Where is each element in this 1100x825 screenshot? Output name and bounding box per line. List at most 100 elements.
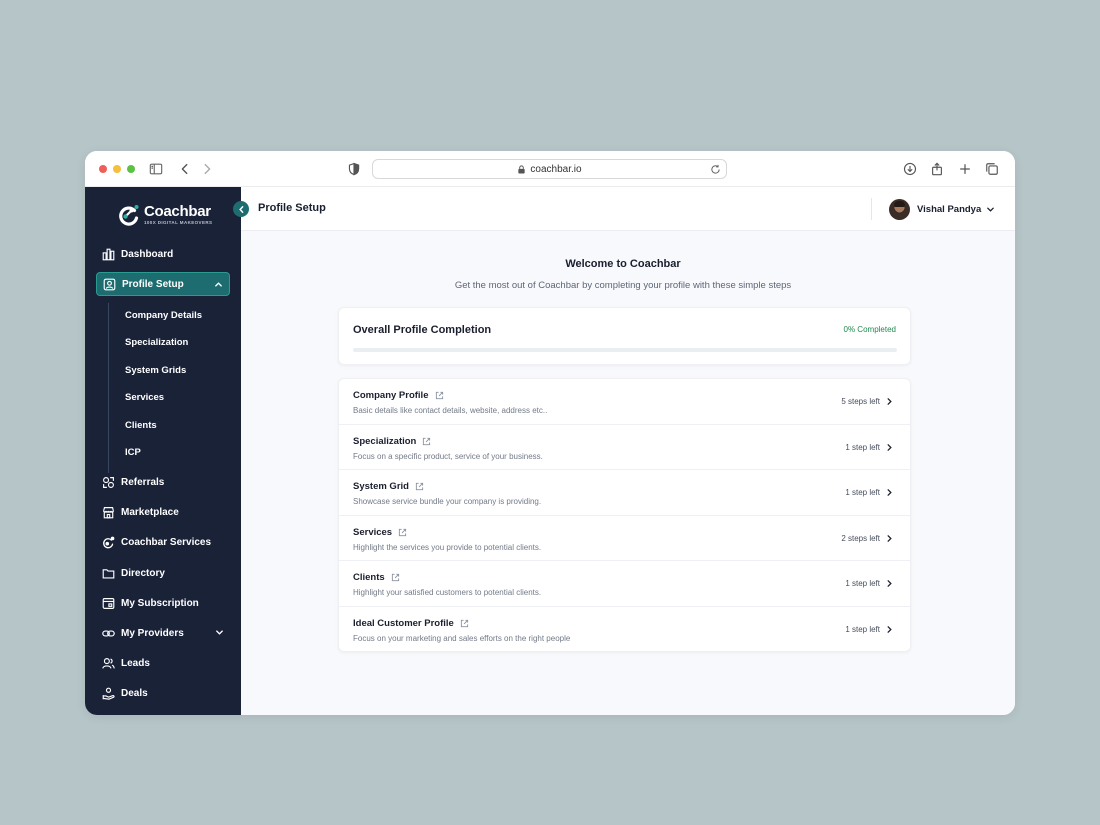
chevron-right-icon[interactable] [885,443,894,452]
link-icon [102,629,115,637]
referrals-icon [103,476,114,488]
chevron-down-icon[interactable] [986,205,995,214]
tab-overview-icon[interactable] [983,160,1001,178]
steps-left: 1 step left [845,442,880,452]
sub-item-specialization[interactable]: Specialization [125,334,188,350]
chevron-right-icon[interactable] [885,579,894,588]
user-name: Vishal Pandya [917,203,982,215]
sidebar-item-label: Deals [121,687,148,699]
browser-window: coachbar.io Coachbar 100X DIGITAL MAKEOV… [85,151,1015,715]
sidebar-item-label: Marketplace [121,506,179,518]
sidebar-item-label: Leads [121,657,150,669]
chevron-right-icon[interactable] [885,625,894,634]
subnav-line [108,303,109,473]
sidebar-item-referrals[interactable]: Referrals [96,470,230,494]
sidebar: Coachbar 100X DIGITAL MAKEOVERS Dashboar… [85,187,241,715]
sidebar-toggle-icon[interactable] [147,160,165,178]
avatar[interactable] [889,198,910,220]
sidebar-item-label: Referrals [121,476,165,488]
external-link-icon[interactable] [435,391,444,400]
top-bar: Profile Setup Vishal Pandya [241,187,1015,231]
privacy-shield-icon[interactable] [345,160,363,178]
chevron-right-icon[interactable] [885,488,894,497]
step-company-profile[interactable]: Company Profile Basic details like conta… [339,379,910,425]
leads-icon [102,657,115,669]
sub-item-company-details[interactable]: Company Details [125,307,202,323]
sidebar-item-my-providers[interactable]: My Providers [96,621,230,645]
sidebar-item-dashboard[interactable]: Dashboard [96,242,230,266]
browser-toolbar: coachbar.io [85,151,1015,187]
chevron-up-icon[interactable] [214,280,223,289]
minimize-window-button[interactable] [113,165,121,173]
step-title: Clients [353,572,385,583]
topbar-divider [871,198,872,220]
profile-completion-card: Overall Profile Completion 0% Completed [338,307,911,365]
sub-item-services[interactable]: Services [125,389,164,405]
logo-tagline: 100X DIGITAL MAKEOVERS [144,220,213,225]
new-tab-icon[interactable] [956,160,974,178]
coachbar-logo[interactable]: Coachbar 100X DIGITAL MAKEOVERS [117,200,212,230]
folder-icon [102,568,115,579]
sidebar-item-profile-setup[interactable]: Profile Setup [96,272,230,296]
sidebar-item-label: Profile Setup [122,278,184,290]
sidebar-item-label: My Providers [121,627,184,639]
chevron-right-icon[interactable] [885,534,894,543]
sub-item-clients[interactable]: Clients [125,417,157,433]
step-title: System Grid [353,481,409,492]
sidebar-item-coachbar-services[interactable]: Coachbar Services [96,530,230,554]
step-clients[interactable]: Clients Highlight your satisfied custome… [339,561,910,607]
collapse-sidebar-button[interactable] [233,201,249,217]
profile-steps-list: Company Profile Basic details like conta… [338,378,911,652]
step-ideal-customer-profile[interactable]: Ideal Customer Profile Focus on your mar… [339,607,910,653]
sidebar-item-label: Directory [121,567,165,579]
steps-left: 2 steps left [841,533,880,543]
step-services[interactable]: Services Highlight the services you prov… [339,516,910,561]
external-link-icon[interactable] [460,619,469,628]
steps-left: 1 step left [845,579,880,588]
sidebar-item-leads[interactable]: Leads [96,651,230,675]
download-icon[interactable] [901,160,919,178]
sidebar-item-label: Coachbar Services [121,536,212,548]
url-text: coachbar.io [530,163,582,175]
welcome-subtitle: Get the most out of Coachbar by completi… [454,280,792,291]
share-icon[interactable] [928,160,946,178]
step-description: Focus on your marketing and sales effort… [353,633,571,643]
page-title: Profile Setup [258,202,326,214]
step-specialization[interactable]: Specialization Focus on a specific produ… [339,425,910,470]
step-title: Ideal Customer Profile [353,617,454,629]
sub-item-icp[interactable]: ICP [125,444,141,460]
step-system-grid[interactable]: System Grid Showcase service bundle your… [339,470,910,516]
sub-item-system-grids[interactable]: System Grids [125,362,186,378]
forward-arrow-icon[interactable] [198,160,216,178]
close-window-button[interactable] [99,165,107,173]
coachbar-logo-icon [119,205,139,226]
sidebar-item-label: My Subscription [121,597,199,609]
external-link-icon[interactable] [422,437,431,446]
user-menu[interactable]: Vishal Pandya [889,198,995,220]
subscription-icon [102,597,115,609]
maximize-window-button[interactable] [127,165,135,173]
external-link-icon[interactable] [398,528,407,537]
step-description: Highlight your satisfied customers to po… [353,588,542,597]
sidebar-item-marketplace[interactable]: Marketplace [96,500,230,524]
coachbar-services-icon [103,536,115,548]
chevron-right-icon[interactable] [885,397,894,406]
marketplace-icon [103,506,114,518]
external-link-icon[interactable] [391,573,400,582]
steps-left: 1 step left [845,488,880,497]
step-description: Showcase service bundle your company is … [353,497,542,506]
step-title: Specialization [353,435,417,447]
address-bar[interactable]: coachbar.io [372,159,727,179]
deals-icon [102,687,115,700]
dashboard-icon [102,248,115,260]
sidebar-item-deals[interactable]: Deals [96,681,230,705]
sidebar-item-directory[interactable]: Directory [96,561,230,585]
profile-setup-icon [103,278,116,290]
sidebar-item-my-subscription[interactable]: My Subscription [96,591,230,615]
chevron-down-icon[interactable] [215,628,224,637]
back-arrow-icon[interactable] [176,160,194,178]
external-link-icon[interactable] [415,482,424,491]
step-title: Company Profile [353,390,429,401]
welcome-title: Welcome to Coachbar [565,258,681,270]
reload-icon[interactable] [710,164,721,175]
